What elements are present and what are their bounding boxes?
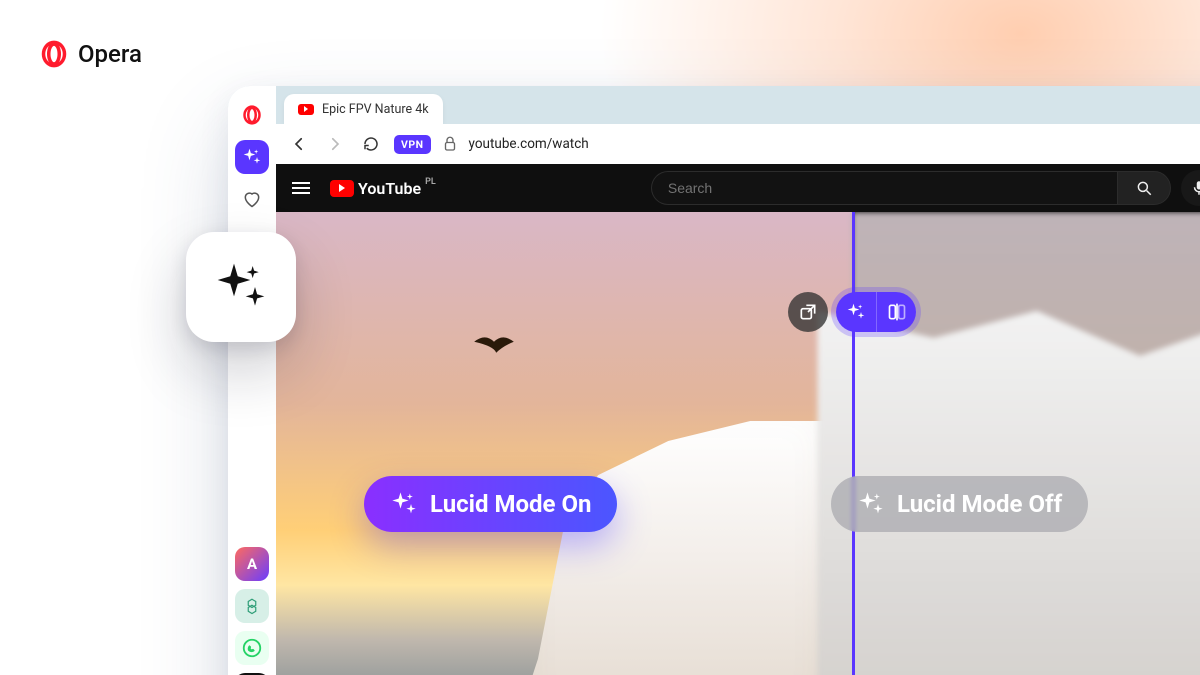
video-original-side	[852, 212, 1200, 675]
browser-window: Epic FPV Nature 4k VPN youtube.com/watch	[228, 86, 1200, 675]
sidebar-app-aria[interactable]	[235, 547, 269, 581]
lucid-feature-callout	[186, 232, 296, 342]
chatgpt-icon	[243, 597, 261, 615]
whatsapp-icon	[241, 637, 263, 659]
page-content: YouTube PL	[276, 164, 1200, 675]
youtube-search-input[interactable]	[651, 171, 1117, 205]
youtube-topbar: YouTube PL	[276, 164, 1200, 212]
sparkle-icon	[242, 147, 262, 167]
youtube-favicon-icon	[298, 104, 314, 115]
lucid-off-text: Lucid Mode Off	[897, 490, 1062, 518]
youtube-play-icon	[330, 180, 354, 197]
lucid-on-text: Lucid Mode On	[430, 490, 591, 518]
video-enhanced-side	[276, 212, 852, 675]
nav-back-button[interactable]	[286, 131, 312, 157]
sparkle-icon	[857, 490, 885, 518]
compare-toggle-button[interactable]	[876, 292, 916, 332]
lock-icon	[441, 135, 459, 153]
sidebar-app-chatgpt[interactable]	[235, 589, 269, 623]
sparkle-icon	[846, 302, 866, 322]
chevron-left-icon	[290, 135, 308, 153]
sparkle-icon	[390, 490, 418, 518]
video-comparison: Lucid Mode On Lucid Mode Off	[276, 212, 1200, 675]
sidebar-opera-button[interactable]	[235, 98, 269, 132]
bird-icon	[472, 333, 516, 355]
youtube-logo[interactable]: YouTube PL	[330, 179, 436, 198]
brand-name: Opera	[78, 40, 142, 68]
opera-logo-icon	[242, 105, 262, 125]
vpn-badge[interactable]: VPN	[394, 135, 431, 154]
sidebar-app-whatsapp[interactable]	[235, 631, 269, 665]
comparison-divider[interactable]	[852, 212, 855, 675]
reload-icon	[362, 135, 380, 153]
lucid-on-label: Lucid Mode On	[364, 476, 617, 532]
youtube-search	[651, 170, 1171, 206]
youtube-voice-button[interactable]	[1181, 170, 1200, 206]
youtube-country-code: PL	[425, 177, 436, 187]
lucid-off-label: Lucid Mode Off	[831, 476, 1088, 532]
search-icon	[1135, 179, 1153, 197]
tab-strip: Epic FPV Nature 4k	[276, 86, 1200, 124]
address-bar: VPN youtube.com/watch	[276, 124, 1200, 164]
chevron-right-icon	[326, 135, 344, 153]
popout-video-button[interactable]	[788, 292, 828, 332]
video-overlay-controls	[788, 292, 916, 332]
mic-icon	[1190, 179, 1200, 197]
sidebar-lucid-button[interactable]	[235, 140, 269, 174]
popout-icon	[798, 302, 818, 322]
youtube-menu-button[interactable]	[292, 182, 310, 194]
nav-forward-button[interactable]	[322, 131, 348, 157]
nav-reload-button[interactable]	[358, 131, 384, 157]
youtube-logo-text: YouTube	[358, 179, 421, 198]
hamburger-icon	[292, 182, 310, 194]
sparkle-icon	[213, 259, 269, 315]
sidebar-favorites-button[interactable]	[235, 182, 269, 216]
tab-title: Epic FPV Nature 4k	[322, 102, 429, 117]
heart-icon	[242, 189, 262, 209]
lucid-toggle-button[interactable]	[836, 292, 876, 332]
url-text[interactable]: youtube.com/watch	[469, 136, 589, 152]
tab-youtube[interactable]: Epic FPV Nature 4k	[284, 94, 443, 124]
opera-brand: Opera	[40, 40, 142, 68]
opera-logo-icon	[40, 40, 68, 68]
compare-icon	[887, 302, 907, 322]
youtube-search-button[interactable]	[1117, 171, 1171, 205]
iceberg-graphic	[518, 421, 852, 675]
sidebar	[228, 86, 276, 675]
